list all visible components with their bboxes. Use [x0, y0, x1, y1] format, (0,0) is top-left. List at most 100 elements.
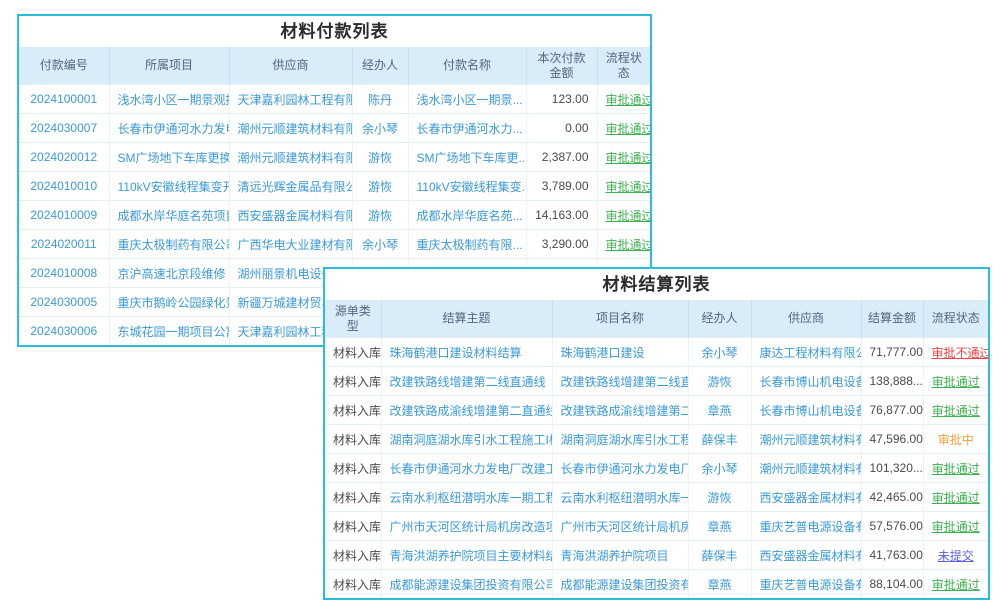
- handler-link[interactable]: 薛保丰: [688, 425, 751, 454]
- project-name-link[interactable]: 珠海鹤港口建设: [552, 338, 688, 367]
- payment-amount: 14,163.00: [526, 201, 597, 230]
- status-badge[interactable]: 审批通过: [923, 396, 988, 425]
- status-badge[interactable]: 审批通过: [597, 172, 650, 201]
- payment-id-link[interactable]: 2024020012: [19, 143, 109, 172]
- project-name-link[interactable]: 广州市天河区统计局机房...: [552, 512, 688, 541]
- handler-link[interactable]: 余小琴: [688, 454, 751, 483]
- settlement-subject-link[interactable]: 广州市天河区统计局机房改造项目...: [381, 512, 552, 541]
- settlement-amount: 47,596.00: [861, 425, 923, 454]
- project-name-link[interactable]: 改建铁路成渝线增建第二...: [552, 396, 688, 425]
- payment-id-link[interactable]: 2024010010: [19, 172, 109, 201]
- supplier-link[interactable]: 西安盛器金属材料有...: [751, 541, 861, 570]
- payment-name-link[interactable]: 浅水湾小区一期景...: [408, 85, 526, 114]
- supplier-link[interactable]: 潮州元顺建筑材料有限...: [229, 114, 352, 143]
- project-link[interactable]: 京沪高速北京段维修: [109, 259, 229, 288]
- table-row: 材料入库 湖南洞庭湖水库引水工程施工I标材... 湖南洞庭湖水库引水工程... …: [325, 425, 988, 454]
- payment-id-link[interactable]: 2024030007: [19, 114, 109, 143]
- supplier-link[interactable]: 康达工程材料有限公司: [751, 338, 861, 367]
- settlement-subject-link[interactable]: 珠海鹤港口建设材料结算: [381, 338, 552, 367]
- status-badge[interactable]: 审批不通过: [923, 338, 988, 367]
- status-badge[interactable]: 审批通过: [923, 454, 988, 483]
- payment-id-link[interactable]: 2024010009: [19, 201, 109, 230]
- payment-table-title: 材料付款列表: [19, 16, 650, 47]
- settlement-subject-link[interactable]: 云南水利枢纽潜明水库一期工程施...: [381, 483, 552, 512]
- supplier-link[interactable]: 潮州元顺建筑材料有...: [751, 454, 861, 483]
- project-link[interactable]: 重庆太极制药有限公司...: [109, 230, 229, 259]
- status-badge[interactable]: 未提交: [923, 541, 988, 570]
- project-name-link[interactable]: 湖南洞庭湖水库引水工程...: [552, 425, 688, 454]
- handler-link[interactable]: 游恢: [352, 172, 408, 201]
- table-row: 材料入库 云南水利枢纽潜明水库一期工程施... 云南水利枢纽潜明水库一... 游…: [325, 483, 988, 512]
- settlement-amount: 88,104.00: [861, 570, 923, 599]
- source-type: 材料入库: [325, 483, 381, 512]
- handler-link[interactable]: 游恢: [688, 367, 751, 396]
- supplier-link[interactable]: 天津嘉利园林工程有限...: [229, 85, 352, 114]
- column-header: 本次付款金额: [526, 47, 597, 85]
- project-link[interactable]: 成都水岸华庭名苑项目...: [109, 201, 229, 230]
- payment-id-link[interactable]: 2024100001: [19, 85, 109, 114]
- project-link[interactable]: 东城花园一期项目公寓...: [109, 317, 229, 346]
- project-link[interactable]: 长春市伊通河水力发电...: [109, 114, 229, 143]
- settlement-subject-link[interactable]: 改建铁路成渝线增建第二直通线（...: [381, 396, 552, 425]
- settlement-subject-link[interactable]: 改建铁路线增建第二线直通线（成...: [381, 367, 552, 396]
- supplier-link[interactable]: 西安盛器金属材料有限...: [229, 201, 352, 230]
- project-link[interactable]: 110kV安徽线程集变开断...: [109, 172, 229, 201]
- payment-name-link[interactable]: 重庆太极制药有限...: [408, 230, 526, 259]
- status-badge[interactable]: 审批通过: [923, 367, 988, 396]
- payment-id-link[interactable]: 2024010008: [19, 259, 109, 288]
- handler-link[interactable]: 余小琴: [688, 338, 751, 367]
- settlement-subject-link[interactable]: 长春市伊通河水力发电厂改建工程...: [381, 454, 552, 483]
- project-link[interactable]: SM广场地下车库更换摄...: [109, 143, 229, 172]
- supplier-link[interactable]: 西安盛器金属材料有...: [751, 483, 861, 512]
- project-name-link[interactable]: 长春市伊通河水力发电厂...: [552, 454, 688, 483]
- status-badge[interactable]: 审批通过: [597, 201, 650, 230]
- settlement-subject-link[interactable]: 青海洪湖养护院项目主要材料结算: [381, 541, 552, 570]
- status-badge[interactable]: 审批通过: [597, 85, 650, 114]
- payment-name-link[interactable]: SM广场地下车库更...: [408, 143, 526, 172]
- column-header: 项目名称: [552, 300, 688, 338]
- payment-name-link[interactable]: 成都水岸华庭名苑...: [408, 201, 526, 230]
- payment-name-link[interactable]: 长春市伊通河水力...: [408, 114, 526, 143]
- supplier-link[interactable]: 潮州元顺建筑材料有限...: [229, 143, 352, 172]
- handler-link[interactable]: 章燕: [688, 512, 751, 541]
- project-name-link[interactable]: 青海洪湖养护院项目: [552, 541, 688, 570]
- status-badge[interactable]: 审批通过: [597, 143, 650, 172]
- handler-link[interactable]: 游恢: [688, 483, 751, 512]
- table-row: 2024100001 浅水湾小区一期景观提... 天津嘉利园林工程有限... 陈…: [19, 85, 650, 114]
- status-badge[interactable]: 审批通过: [597, 230, 650, 259]
- payment-name-link[interactable]: 110kV安徽线程集变...: [408, 172, 526, 201]
- supplier-link[interactable]: 潮州元顺建筑材料有...: [751, 425, 861, 454]
- handler-link[interactable]: 余小琴: [352, 114, 408, 143]
- status-badge[interactable]: 审批通过: [923, 570, 988, 599]
- status-badge[interactable]: 审批中: [923, 425, 988, 454]
- column-header: 所属项目: [109, 47, 229, 85]
- status-badge[interactable]: 审批通过: [923, 483, 988, 512]
- payment-table-header: 付款编号 所属项目 供应商 经办人 付款名称 本次付款金额 流程状态: [19, 47, 650, 85]
- status-badge[interactable]: 审批通过: [923, 512, 988, 541]
- settlement-subject-link[interactable]: 湖南洞庭湖水库引水工程施工I标材...: [381, 425, 552, 454]
- status-badge[interactable]: 审批通过: [597, 114, 650, 143]
- supplier-link[interactable]: 长春市博山机电设备...: [751, 367, 861, 396]
- payment-id-link[interactable]: 2024030005: [19, 288, 109, 317]
- supplier-link[interactable]: 广西华电大业建材有限...: [229, 230, 352, 259]
- supplier-link[interactable]: 重庆艺普电源设备有...: [751, 512, 861, 541]
- payment-id-link[interactable]: 2024020011: [19, 230, 109, 259]
- supplier-link[interactable]: 重庆艺普电源设备有...: [751, 570, 861, 599]
- project-name-link[interactable]: 改建铁路线增建第二线直...: [552, 367, 688, 396]
- supplier-link[interactable]: 长春市博山机电设备...: [751, 396, 861, 425]
- project-name-link[interactable]: 成都能源建设集团投资有...: [552, 570, 688, 599]
- settlement-subject-link[interactable]: 成都能源建设集团投资有限公司临...: [381, 570, 552, 599]
- handler-link[interactable]: 章燕: [688, 570, 751, 599]
- handler-link[interactable]: 章燕: [688, 396, 751, 425]
- handler-link[interactable]: 薛保丰: [688, 541, 751, 570]
- project-link[interactable]: 浅水湾小区一期景观提...: [109, 85, 229, 114]
- supplier-link[interactable]: 清远光辉金属品有限公司: [229, 172, 352, 201]
- handler-link[interactable]: 游恢: [352, 143, 408, 172]
- handler-link[interactable]: 陈丹: [352, 85, 408, 114]
- project-name-link[interactable]: 云南水利枢纽潜明水库一...: [552, 483, 688, 512]
- table-row: 2024010009 成都水岸华庭名苑项目... 西安盛器金属材料有限... 游…: [19, 201, 650, 230]
- handler-link[interactable]: 游恢: [352, 201, 408, 230]
- payment-id-link[interactable]: 2024030006: [19, 317, 109, 346]
- handler-link[interactable]: 余小琴: [352, 230, 408, 259]
- project-link[interactable]: 重庆市鹅岭公园绿化景...: [109, 288, 229, 317]
